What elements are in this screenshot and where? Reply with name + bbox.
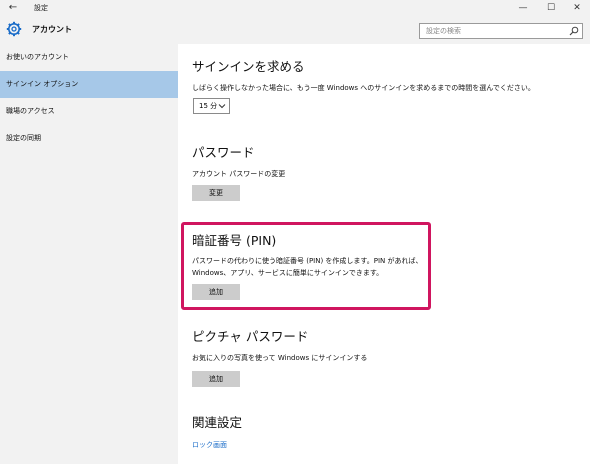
close-button[interactable]: ✕ xyxy=(564,0,590,16)
maximize-button[interactable]: ☐ xyxy=(538,0,564,16)
add-picture-password-button[interactable]: 追加 xyxy=(192,371,240,387)
lock-screen-link[interactable]: ロック画面 xyxy=(192,440,227,450)
chevron-down-icon xyxy=(218,104,226,109)
main-content: サインインを求める しばらく操作しなかった場合に、もう一度 Windows への… xyxy=(178,44,590,464)
picture-password-description: お気に入りの写真を使って Windows にサインインする xyxy=(192,354,368,362)
sidebar: お使いのアカウント サインイン オプション 職場のアクセス 設定の同期 xyxy=(0,44,178,464)
sidebar-item-your-account[interactable]: お使いのアカウント xyxy=(0,44,178,71)
minimize-button[interactable]: — xyxy=(510,0,536,16)
search-input[interactable]: 設定の検索 xyxy=(419,23,583,39)
pin-heading: 暗証番号 (PIN) xyxy=(192,233,277,248)
require-signin-dropdown[interactable]: 15 分 xyxy=(193,98,230,114)
sidebar-item-signin-options[interactable]: サインイン オプション xyxy=(0,71,178,98)
dropdown-value: 15 分 xyxy=(199,102,218,110)
gear-icon xyxy=(6,21,22,37)
title-bar: ← 設定 — ☐ ✕ xyxy=(0,0,590,16)
require-signin-heading: サインインを求める xyxy=(192,59,305,74)
related-settings-heading: 関連設定 xyxy=(192,415,243,430)
window-title: 設定 xyxy=(34,4,48,12)
page-title: アカウント xyxy=(32,25,72,34)
pin-description-line2: Windows、アプリ、サービスに簡単にサインインできます。 xyxy=(192,269,384,277)
password-description: アカウント パスワードの変更 xyxy=(192,170,286,178)
sidebar-item-sync-settings[interactable]: 設定の同期 xyxy=(0,125,178,152)
change-password-button[interactable]: 変更 xyxy=(192,185,240,201)
sidebar-item-work-access[interactable]: 職場のアクセス xyxy=(0,98,178,125)
password-heading: パスワード xyxy=(192,145,255,160)
picture-password-heading: ピクチャ パスワード xyxy=(192,329,309,344)
page-header: アカウント 設定の検索 xyxy=(0,16,590,44)
require-signin-description: しばらく操作しなかった場合に、もう一度 Windows へのサインインを求めるま… xyxy=(192,84,535,92)
search-placeholder: 設定の検索 xyxy=(426,27,461,35)
search-icon[interactable] xyxy=(569,26,579,36)
back-arrow-icon[interactable]: ← xyxy=(6,1,20,15)
add-pin-button[interactable]: 追加 xyxy=(192,284,240,300)
